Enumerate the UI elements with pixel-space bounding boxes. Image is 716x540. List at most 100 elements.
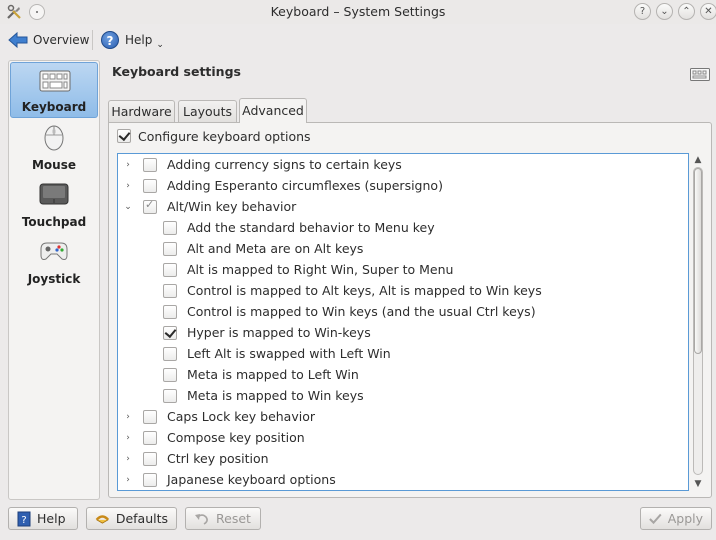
tree-option-row[interactable]: Hyper is mapped to Win-keys [118,322,688,343]
option-checkbox[interactable] [163,262,177,277]
tab-layouts[interactable]: Layouts [178,100,237,122]
overview-button[interactable]: Overview [8,28,90,52]
option-checkbox[interactable] [143,409,157,424]
defaults-button[interactable]: Defaults [86,507,177,530]
help-icon: ? [101,31,119,49]
tree-option-row[interactable]: Left Alt is swapped with Left Win [118,343,688,364]
maximize-button[interactable]: ⌃ [678,3,695,20]
collapsed-arrow-icon[interactable]: › [123,433,133,443]
option-label: Control is mapped to Win keys (and the u… [187,304,536,319]
svg-text:?: ? [21,515,26,526]
tree-option-row[interactable]: Alt and Meta are on Alt keys [118,238,688,259]
keyboard-options-tree[interactable]: › Adding currency signs to certain keys › A… [117,153,689,491]
toolbar-separator [92,30,93,50]
touchpad-icon [39,183,69,205]
option-checkbox[interactable] [143,198,157,214]
option-checkbox[interactable] [163,283,177,298]
tree-group-row[interactable]: › Adding Esperanto circumflexes (supersig… [118,175,688,196]
scroll-up-icon[interactable]: ▲ [693,155,703,165]
question-icon: ? [639,6,646,17]
option-label: Add the standard behavior to Menu key [187,220,435,235]
minimize-button[interactable]: ⌄ [656,3,673,20]
tree-scrollbar[interactable]: ▲ ▼ [690,153,706,491]
help-window-button[interactable]: ? [634,3,651,20]
help-book-icon: ? [17,511,31,526]
option-label: Meta is mapped to Left Win [187,367,359,382]
option-checkbox[interactable] [163,220,177,235]
tree-option-row[interactable]: Alt is mapped to Right Win, Super to Men… [118,259,688,280]
option-checkbox[interactable] [163,346,177,361]
overview-label: Overview [33,33,90,47]
tree-option-row[interactable]: Meta is mapped to Left Win [118,364,688,385]
chevron-down-icon: ⌄ [660,6,669,17]
scrollbar-track[interactable] [693,167,703,475]
sidebar-item-touchpad[interactable]: Touchpad [10,176,98,232]
option-checkbox[interactable] [163,367,177,382]
option-label: Japanese keyboard options [167,472,336,487]
tree-group-row[interactable]: › Japanese keyboard options [118,469,688,490]
sidebar-item-label: Touchpad [21,215,87,229]
reset-button[interactable]: Reset [185,507,261,530]
category-sidebar: Keyboard Mouse Touchpad Joystick [8,60,100,500]
sidebar-item-mouse[interactable]: Mouse [10,119,98,175]
option-checkbox[interactable] [163,241,177,256]
chevron-down-icon: ⌄ [156,40,164,50]
tree-group-row[interactable]: › Adding currency signs to certain keys [118,154,688,175]
tab-hardware[interactable]: Hardware [108,100,175,122]
mouse-icon [44,125,64,151]
title-bar: Keyboard – System Settings ? ⌄ ⌃ ✕ [0,0,716,24]
tree-option-row[interactable]: Meta is mapped to Win keys [118,385,688,406]
option-label: Alt is mapped to Right Win, Super to Men… [187,262,454,277]
tree-option-row[interactable]: Add the standard behavior to Menu key [118,217,688,238]
option-checkbox[interactable] [143,430,157,445]
tab-advanced[interactable]: Advanced [239,98,307,123]
checkmark-icon [649,513,662,524]
defaults-button-label: Defaults [115,511,168,526]
reset-button-label: Reset [216,511,251,526]
back-arrow-icon [8,31,28,49]
option-checkbox[interactable] [163,304,177,319]
tree-group-row[interactable]: › Ctrl key position [118,448,688,469]
expanded-arrow-icon[interactable]: ⌄ [123,202,133,212]
apply-button-label: Apply [667,511,703,526]
option-checkbox[interactable] [143,451,157,466]
scrollbar-thumb[interactable] [694,168,702,354]
configure-options-checkbox[interactable] [117,129,131,143]
sidebar-item-label: Joystick [27,272,81,286]
option-label: Alt and Meta are on Alt keys [187,241,364,256]
collapsed-arrow-icon[interactable]: › [123,181,133,191]
keyboard-icon [690,68,710,81]
configure-options-label: Configure keyboard options [138,128,311,144]
option-label: Alt/Win key behavior [167,199,297,214]
sidebar-item-keyboard[interactable]: Keyboard [10,62,98,118]
option-label: Compose key position [167,430,305,445]
collapsed-arrow-icon[interactable]: › [123,160,133,170]
sidebar-item-joystick[interactable]: Joystick [10,233,98,289]
option-checkbox[interactable] [163,388,177,403]
window-title: Keyboard – System Settings [270,4,446,19]
collapsed-arrow-icon[interactable]: › [123,475,133,485]
option-checkbox[interactable] [143,178,157,193]
configure-options-checkbox-row[interactable]: Configure keyboard options [117,127,311,145]
option-checkbox[interactable] [143,472,157,487]
tree-group-row[interactable]: ⌄ Alt/Win key behavior [118,196,688,217]
option-checkbox[interactable] [163,325,177,340]
close-button[interactable]: ✕ [700,3,716,20]
help-button[interactable]: ? Help [8,507,78,530]
defaults-icon [95,514,110,524]
close-icon: ✕ [704,6,713,17]
sidebar-item-label: Mouse [31,158,76,172]
scroll-down-icon[interactable]: ▼ [693,479,703,489]
collapsed-arrow-icon[interactable]: › [123,412,133,422]
option-checkbox[interactable] [143,157,157,172]
option-label: Control is mapped to Alt keys, Alt is ma… [187,283,542,298]
help-menu-button[interactable]: ? Help ⌄ [101,28,164,52]
option-label: Left Alt is swapped with Left Win [187,346,391,361]
tree-option-row[interactable]: Control is mapped to Alt keys, Alt is ma… [118,280,688,301]
sidebar-item-label: Keyboard [21,100,87,114]
collapsed-arrow-icon[interactable]: › [123,454,133,464]
tree-option-row[interactable]: Control is mapped to Win keys (and the u… [118,301,688,322]
tree-group-row[interactable]: › Compose key position [118,427,688,448]
apply-button[interactable]: Apply [640,507,712,530]
tree-group-row[interactable]: › Caps Lock key behavior [118,406,688,427]
